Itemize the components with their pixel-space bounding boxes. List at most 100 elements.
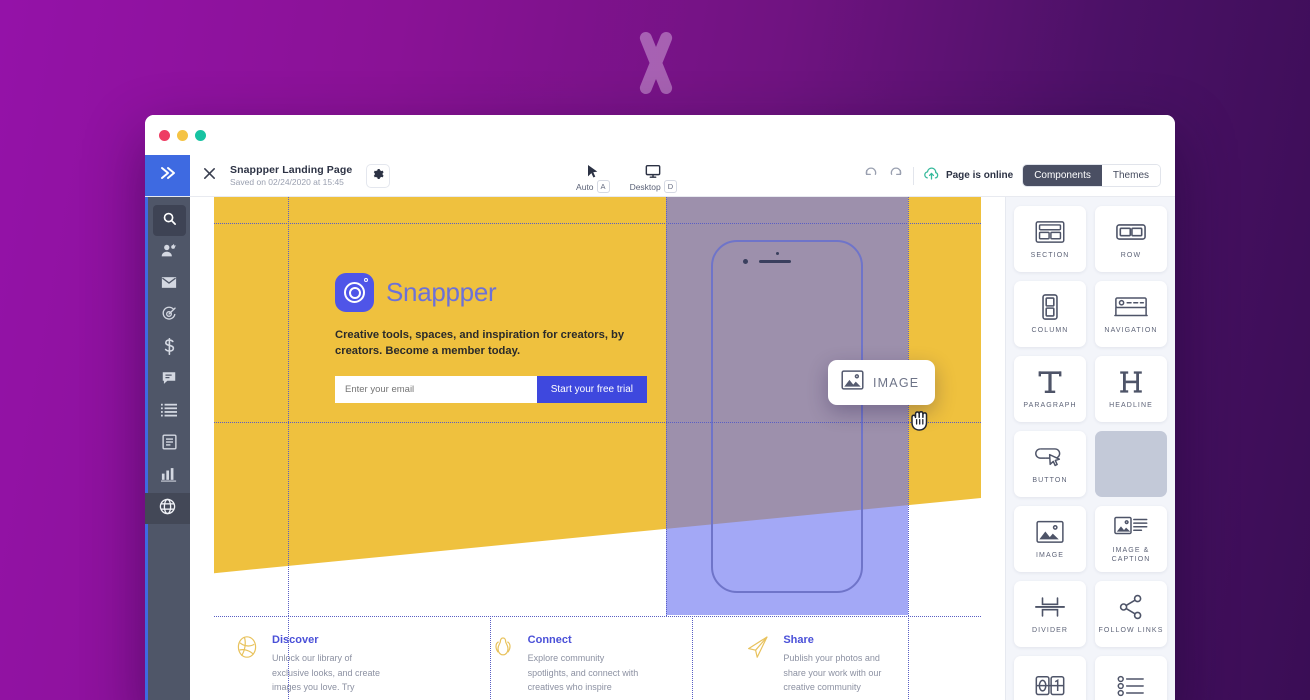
app-logo-button[interactable]: [145, 155, 190, 196]
feature-card[interactable]: Share Publish your photos and share your…: [725, 616, 981, 700]
bullet-list-icon: [1117, 673, 1145, 699]
undo-icon: [864, 166, 878, 185]
section-icon: [1035, 219, 1065, 245]
page-title: Snappper Landing Page: [230, 164, 353, 176]
sidebar-item-forms[interactable]: [153, 429, 186, 460]
component-image-caption[interactable]: IMAGE & CAPTION: [1095, 506, 1167, 572]
phone-speaker-bar: [759, 260, 791, 263]
sidebar-item-reports[interactable]: [153, 461, 186, 492]
component-row[interactable]: ROW: [1095, 206, 1167, 272]
navigation-icon: [1114, 294, 1148, 320]
guide-vertical-1: [288, 197, 289, 616]
list-icon: [161, 403, 177, 422]
mode-auto-label: Auto: [576, 181, 594, 192]
target-icon: [161, 306, 177, 327]
component-follow-links[interactable]: FOLLOW LINKS: [1095, 581, 1167, 647]
page-canvas[interactable]: Snappper Creative tools, spaces, and ins…: [190, 197, 1005, 700]
component-bullet-list[interactable]: [1095, 656, 1167, 700]
sidebar-item-email[interactable]: [153, 269, 186, 300]
sidebar-item-lists[interactable]: [153, 397, 186, 428]
guide-horizontal-3: [214, 616, 981, 617]
phone-camera-dot: [743, 259, 748, 264]
tab-components[interactable]: Components: [1023, 165, 1102, 186]
features-row: Discover Unlock our library of exclusive…: [214, 616, 981, 700]
sidebar-item-website[interactable]: [145, 493, 190, 524]
globe-icon: [159, 498, 176, 520]
component-column[interactable]: COLUMN: [1014, 281, 1086, 347]
sidebar-item-conversations[interactable]: [153, 365, 186, 396]
drag-preview-label: IMAGE: [873, 375, 920, 390]
feature-body: Explore community spotlights, and connec…: [527, 653, 639, 692]
editor-body: Snappper Creative tools, spaces, and ins…: [145, 197, 1175, 700]
settings-button[interactable]: [366, 163, 391, 188]
window-titlebar: [145, 115, 1175, 155]
close-document-button[interactable]: [190, 155, 228, 196]
component-label: FOLLOW LINKS: [1098, 626, 1164, 634]
window-minimize-button[interactable]: [177, 129, 188, 141]
share-nodes-icon: [1118, 594, 1144, 620]
feature-title: Share: [783, 634, 814, 646]
image-caption-icon: [1114, 514, 1148, 540]
headline-h-icon: [1118, 369, 1144, 395]
gear-icon: [372, 167, 384, 185]
panel-tabs: Components Themes: [1022, 164, 1162, 187]
brand-x-logo: [627, 30, 685, 96]
sidebar-item-search[interactable]: [152, 205, 186, 236]
component-label: BUTTON: [1032, 476, 1068, 484]
component-label: PARAGRAPH: [1023, 401, 1077, 409]
window-maximize-button[interactable]: [195, 129, 206, 141]
signup-form: Start your free trial: [335, 376, 647, 403]
column-icon: [1042, 293, 1058, 320]
component-navigation[interactable]: NAVIGATION: [1095, 281, 1167, 347]
window-close-button[interactable]: [159, 129, 170, 141]
cursor-icon: [587, 163, 599, 179]
undo-button[interactable]: [863, 166, 879, 185]
guide-vertical-6: [692, 616, 693, 700]
component-label: HEADLINE: [1109, 401, 1153, 409]
app-sidebar: [145, 197, 190, 700]
sidebar-item-sales[interactable]: [153, 333, 186, 364]
double-chevron-right-icon: [158, 165, 178, 186]
document-info: Snappper Landing Page Saved on 02/24/202…: [230, 155, 352, 196]
component-label: COLUMN: [1031, 326, 1069, 334]
hero-section[interactable]: Snappper Creative tools, spaces, and ins…: [214, 197, 981, 615]
guide-horizontal-1: [214, 223, 981, 224]
component-divider[interactable]: DIVIDER: [1014, 581, 1086, 647]
bar-chart-icon: [161, 467, 177, 487]
mode-desktop-shortcut: D: [663, 180, 678, 193]
component-button[interactable]: BUTTON: [1014, 431, 1086, 497]
component-label: DIVIDER: [1031, 626, 1069, 634]
app-window: Snappper Landing Page Saved on 02/24/202…: [145, 115, 1175, 700]
counter-01-icon: [1035, 673, 1065, 699]
page-status[interactable]: Page is online: [923, 166, 1013, 185]
sidebar-item-contacts[interactable]: [153, 237, 186, 268]
mode-desktop[interactable]: Desktop D: [630, 163, 678, 193]
redo-button[interactable]: [888, 167, 904, 184]
phone-sensor-dot: [776, 252, 779, 255]
phone-mockup[interactable]: [711, 240, 863, 593]
paper-plane-icon: [745, 634, 771, 700]
component-headline[interactable]: HEADLINE: [1095, 356, 1167, 422]
row-icon: [1116, 219, 1146, 245]
feature-card[interactable]: Connect Explore community spotlights, an…: [470, 616, 726, 700]
guide-vertical-5: [490, 616, 491, 700]
start-trial-button[interactable]: Start your free trial: [536, 376, 647, 403]
grabbing-hand-cursor: [908, 405, 934, 438]
component-image[interactable]: IMAGE: [1014, 506, 1086, 572]
monitor-icon: [645, 163, 661, 179]
component-counter[interactable]: [1014, 656, 1086, 700]
brand-wordmark: Snappper: [386, 277, 497, 307]
component-section[interactable]: SECTION: [1014, 206, 1086, 272]
viewport-mode-group: Auto A Desktop D: [576, 155, 678, 196]
feature-card[interactable]: Discover Unlock our library of exclusive…: [214, 616, 470, 700]
mode-auto[interactable]: Auto A: [576, 163, 610, 193]
component-paragraph[interactable]: PARAGRAPH: [1014, 356, 1086, 422]
sidebar-item-automation[interactable]: [153, 301, 186, 332]
document-icon: [161, 434, 177, 455]
editor-toolbar: Snappper Landing Page Saved on 02/24/202…: [145, 155, 1175, 197]
mode-auto-shortcut: A: [596, 180, 610, 193]
drag-preview-chip: IMAGE: [828, 360, 936, 405]
tab-themes[interactable]: Themes: [1101, 165, 1161, 186]
people-sketch-icon: [490, 634, 516, 700]
email-input[interactable]: [335, 376, 537, 403]
